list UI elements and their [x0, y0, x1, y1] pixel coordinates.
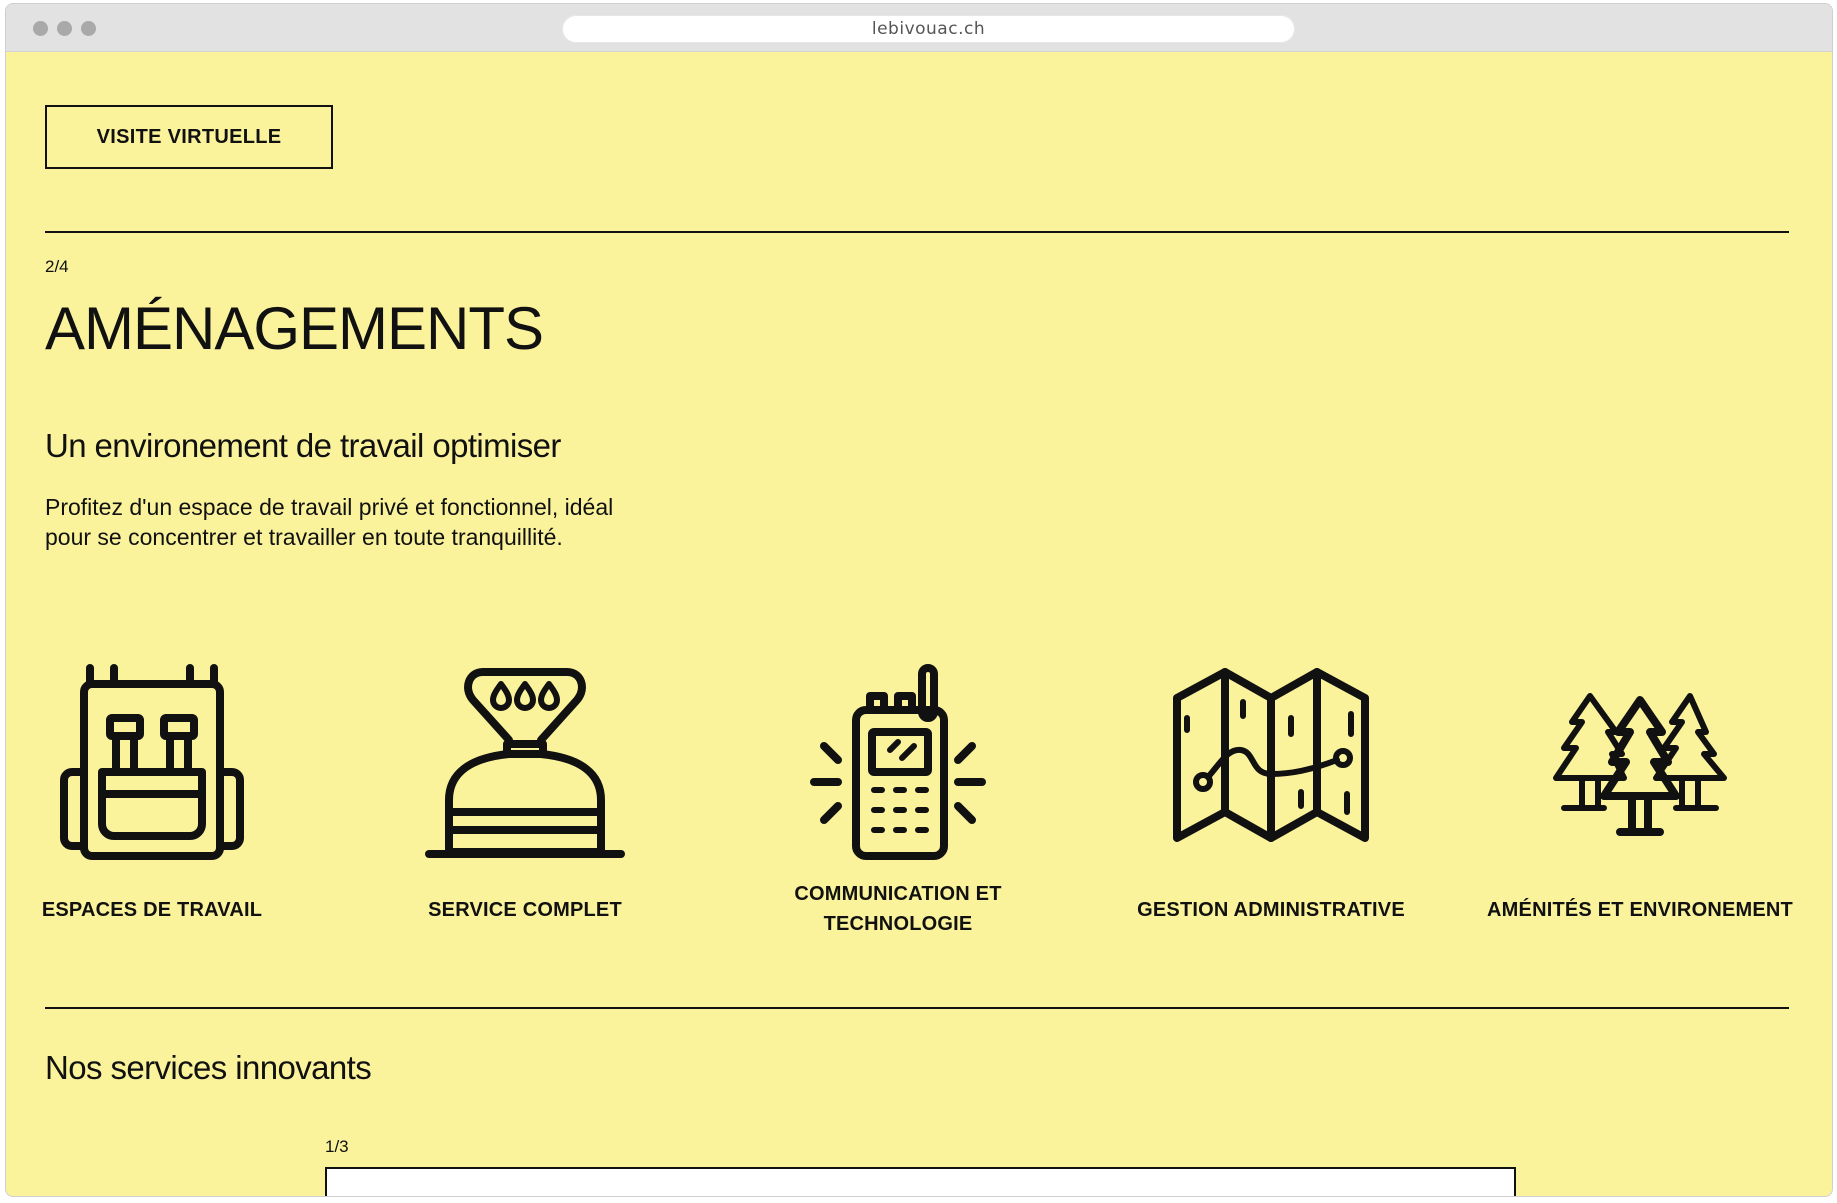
window-minimize-dot[interactable]: [57, 21, 72, 36]
feature-label: SERVICE COMPLET: [428, 899, 622, 921]
divider: [45, 1007, 1789, 1009]
trees-icon: [1553, 693, 1727, 836]
window-close-dot[interactable]: [33, 21, 48, 36]
walkie-talkie-icon: [810, 664, 986, 860]
feature-communication-technologie: COMMUNICATION ET TECHNOLOGIE: [733, 662, 1063, 939]
browser-window: lebivouac.ch VISITE VIRTUELLE 2/4 AMÉNAG…: [5, 3, 1833, 1197]
feature-amenites-environement: AMÉNITÉS ET ENVIRONEMENT: [1475, 662, 1805, 925]
browser-toolbar: lebivouac.ch: [6, 4, 1832, 52]
section-subtitle: Un environement de travail optimiser: [45, 427, 561, 464]
divider: [45, 231, 1789, 233]
feature-service-complet: SERVICE COMPLET: [360, 662, 690, 925]
virtual-tour-button[interactable]: VISITE VIRTUELLE: [45, 105, 333, 169]
feature-label: AMÉNITÉS ET ENVIRONEMENT: [1487, 899, 1793, 921]
feature-gestion-administrative: GESTION ADMINISTRATIVE: [1106, 662, 1436, 925]
page-content: VISITE VIRTUELLE 2/4 AMÉNAGEMENTS Un env…: [6, 52, 1832, 1196]
section-counter: 2/4: [45, 257, 69, 276]
feature-label: COMMUNICATION ET TECHNOLOGIE: [794, 883, 1002, 935]
feature-espaces-de-travail: ESPACES DE TRAVAIL: [6, 662, 317, 925]
camping-stove-icon: [425, 668, 625, 858]
map-icon: [1173, 668, 1369, 842]
address-bar[interactable]: lebivouac.ch: [562, 15, 1295, 43]
services-title: Nos services innovants: [45, 1049, 372, 1086]
backpack-icon: [60, 664, 244, 860]
window-maximize-dot[interactable]: [81, 21, 96, 36]
page-title: AMÉNAGEMENTS: [45, 295, 544, 362]
services-counter: 1/3: [325, 1137, 349, 1156]
services-slide-panel[interactable]: [325, 1167, 1516, 1196]
section-description: Profitez d'un espace de travail privé et…: [45, 494, 614, 550]
feature-label: ESPACES DE TRAVAIL: [41, 899, 263, 921]
feature-label: GESTION ADMINISTRATIVE: [1137, 899, 1405, 921]
